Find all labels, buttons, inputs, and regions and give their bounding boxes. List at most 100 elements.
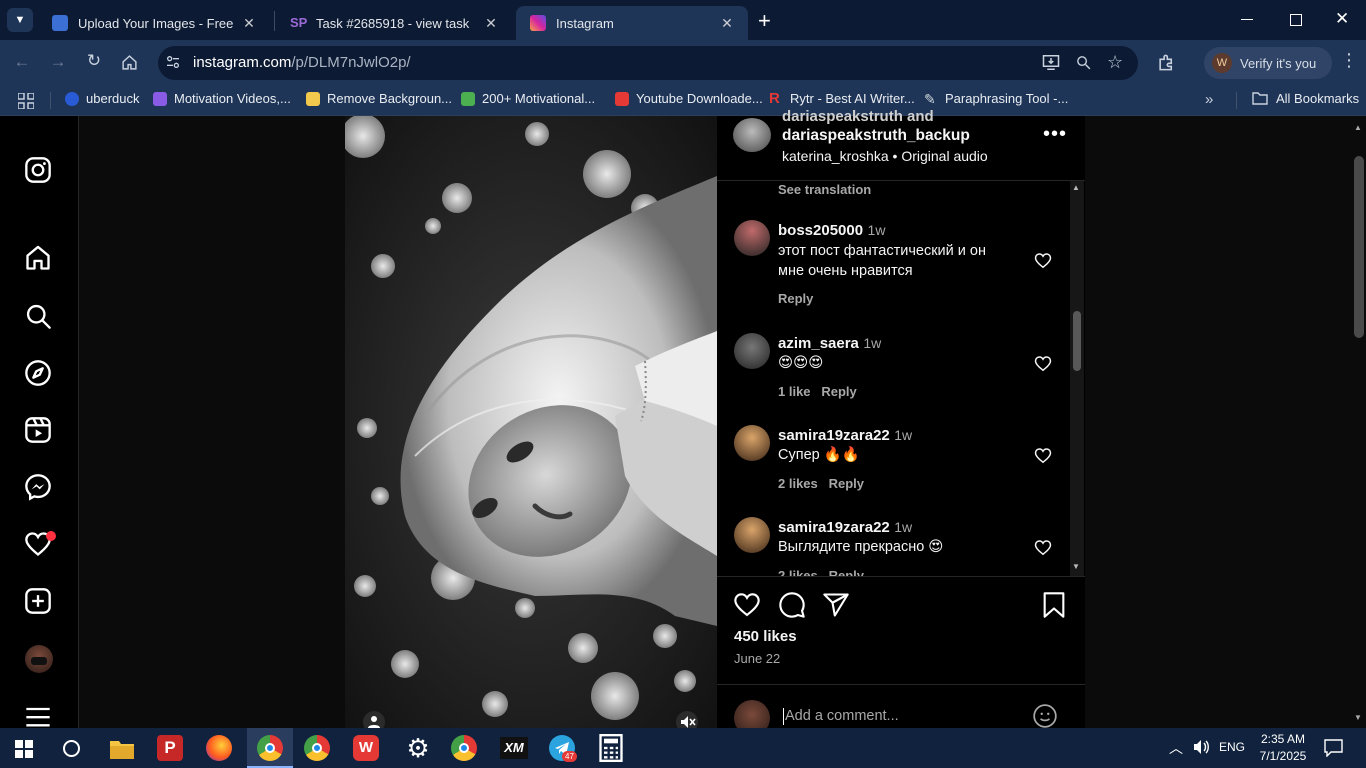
xm-app-icon[interactable]: XM bbox=[500, 733, 532, 763]
bookmark-rytr[interactable]: R Rytr - Best AI Writer... bbox=[769, 91, 915, 107]
comment-likes-count[interactable]: 1 like bbox=[778, 384, 811, 399]
comment-avatar[interactable] bbox=[734, 517, 770, 553]
install-app-icon[interactable] bbox=[1042, 54, 1060, 76]
tab-instagram[interactable]: Instagram ✕ bbox=[516, 6, 748, 40]
see-translation-link[interactable]: See translation bbox=[778, 182, 871, 197]
comment-avatar[interactable] bbox=[734, 333, 770, 369]
like-comment-icon[interactable] bbox=[1034, 447, 1052, 469]
comment-avatar[interactable] bbox=[734, 220, 770, 256]
bookmark-youtube-downloader[interactable]: Youtube Downloade... bbox=[615, 91, 763, 106]
all-bookmarks[interactable]: All Bookmarks bbox=[1252, 91, 1359, 106]
notifications-center-icon[interactable] bbox=[1324, 739, 1343, 762]
bookmark-paraphrasing[interactable]: ✎ Paraphrasing Tool -... bbox=[924, 91, 1068, 106]
instagram-logo-icon[interactable] bbox=[24, 156, 54, 186]
comment-username[interactable]: azim_saera bbox=[778, 335, 859, 352]
comment-time[interactable]: 1w bbox=[868, 222, 886, 238]
reply-button[interactable]: Reply bbox=[829, 476, 864, 491]
more-bookmarks-icon[interactable]: » bbox=[1205, 91, 1213, 108]
file-explorer-icon[interactable] bbox=[108, 733, 140, 763]
reply-button[interactable]: Reply bbox=[778, 291, 813, 306]
profile-nav-avatar[interactable] bbox=[25, 645, 53, 673]
bookmark-star-icon[interactable]: ☆ bbox=[1107, 52, 1123, 73]
restore-icon[interactable] bbox=[1290, 14, 1302, 26]
comment-post-icon[interactable] bbox=[778, 591, 806, 624]
audio-label[interactable]: Original audio bbox=[901, 148, 987, 164]
likes-count[interactable]: 450 likes bbox=[734, 628, 797, 645]
reply-button[interactable]: Reply bbox=[829, 568, 864, 576]
chrome-profile-active[interactable] bbox=[247, 728, 293, 768]
like-comment-icon[interactable] bbox=[1034, 355, 1052, 377]
comment-likes-count[interactable]: 2 likes bbox=[778, 568, 818, 576]
comment-avatar[interactable] bbox=[734, 425, 770, 461]
scroll-down-arrow-icon[interactable]: ▼ bbox=[1072, 562, 1080, 571]
back-icon[interactable]: ← bbox=[8, 52, 36, 72]
verify-profile-button[interactable]: W Verify it's you bbox=[1204, 47, 1332, 79]
more-options-icon[interactable]: ••• bbox=[1043, 124, 1067, 144]
comments-scrollbar[interactable] bbox=[1070, 181, 1084, 576]
bookmark-uberduck[interactable]: uberduck bbox=[65, 91, 139, 106]
telegram-icon[interactable]: 47 bbox=[549, 733, 581, 763]
scroll-up-arrow-icon[interactable]: ▲ bbox=[1072, 183, 1080, 192]
page-scroll-down-icon[interactable]: ▼ bbox=[1354, 713, 1362, 722]
comment-username[interactable]: samira19zara22 bbox=[778, 519, 890, 536]
minimize-icon[interactable] bbox=[1241, 19, 1253, 20]
comment-time[interactable]: 1w bbox=[863, 335, 881, 351]
site-info-icon[interactable] bbox=[165, 54, 181, 75]
explore-nav-icon[interactable] bbox=[24, 359, 54, 389]
create-nav-icon[interactable] bbox=[24, 587, 54, 617]
share-post-icon[interactable] bbox=[822, 591, 850, 624]
tab-search-button[interactable]: ▼ bbox=[7, 8, 33, 32]
bookmark-remove-background[interactable]: Remove Backgroun... bbox=[306, 91, 452, 106]
search-circle-icon[interactable] bbox=[63, 740, 80, 757]
like-post-icon[interactable] bbox=[733, 591, 761, 623]
audio-user[interactable]: katerina_kroshka bbox=[782, 148, 889, 164]
close-window-icon[interactable]: ✕ bbox=[1335, 9, 1349, 29]
post-date[interactable]: June 22 bbox=[734, 651, 780, 666]
volume-icon[interactable] bbox=[1192, 739, 1210, 760]
chrome-icon[interactable] bbox=[304, 733, 336, 763]
comment-time[interactable]: 1w bbox=[894, 519, 912, 535]
page-scroll-up-icon[interactable]: ▲ bbox=[1354, 123, 1362, 132]
close-tab-icon[interactable]: ✕ bbox=[238, 15, 260, 32]
clock[interactable]: 2:35 AM 7/1/2025 bbox=[1255, 731, 1311, 765]
calculator-icon[interactable] bbox=[598, 733, 630, 763]
like-comment-icon[interactable] bbox=[1034, 539, 1052, 561]
chrome-menu-icon[interactable]: ⋮ bbox=[1340, 51, 1358, 69]
comment-likes-count[interactable]: 2 likes bbox=[778, 476, 818, 491]
bookmark-motivational[interactable]: 200+ Motivational... bbox=[461, 91, 595, 106]
page-scroll-thumb[interactable] bbox=[1354, 156, 1364, 338]
wps-office-icon[interactable]: W bbox=[353, 733, 385, 763]
firefox-icon[interactable] bbox=[206, 733, 238, 763]
comments-scroll-thumb[interactable] bbox=[1073, 311, 1081, 371]
chrome-alt-profile-icon[interactable] bbox=[451, 733, 483, 763]
show-hidden-icons[interactable]: ︿ bbox=[1169, 738, 1183, 758]
close-tab-icon[interactable]: ✕ bbox=[480, 15, 502, 32]
reload-icon[interactable]: ↻ bbox=[80, 51, 108, 71]
tab-task[interactable]: SP Task #2685918 - view task ✕ bbox=[276, 6, 512, 40]
home-icon[interactable] bbox=[121, 54, 138, 76]
forward-icon[interactable]: → bbox=[44, 52, 72, 72]
messenger-nav-icon[interactable] bbox=[24, 473, 54, 503]
start-windows-icon[interactable] bbox=[15, 740, 33, 763]
search-nav-icon[interactable] bbox=[24, 302, 54, 332]
emoji-icon[interactable] bbox=[1032, 703, 1058, 728]
reels-nav-icon[interactable] bbox=[24, 416, 54, 446]
language-indicator[interactable]: ENG bbox=[1219, 740, 1245, 754]
tab-upload-images[interactable]: Upload Your Images - Free Imag ✕ bbox=[38, 6, 270, 40]
comment-time[interactable]: 1w bbox=[894, 427, 912, 443]
p-app-icon[interactable]: P bbox=[157, 733, 189, 763]
post-video[interactable] bbox=[345, 116, 717, 728]
tagged-user-icon[interactable] bbox=[363, 711, 385, 728]
muted-audio-icon[interactable] bbox=[676, 711, 698, 728]
like-comment-icon[interactable] bbox=[1034, 252, 1052, 274]
bookmark-motivation-videos[interactable]: Motivation Videos,... bbox=[153, 91, 291, 106]
save-post-icon[interactable] bbox=[1041, 591, 1067, 624]
comment-username[interactable]: samira19zara22 bbox=[778, 427, 890, 444]
extensions-icon[interactable] bbox=[1157, 53, 1176, 77]
new-tab-icon[interactable]: + bbox=[758, 8, 771, 34]
close-tab-icon[interactable]: ✕ bbox=[716, 15, 738, 32]
settings-gear-icon[interactable]: ⚙ bbox=[402, 733, 434, 763]
author-avatar[interactable] bbox=[733, 118, 771, 152]
zoom-icon[interactable] bbox=[1075, 54, 1092, 76]
reply-button[interactable]: Reply bbox=[821, 384, 856, 399]
